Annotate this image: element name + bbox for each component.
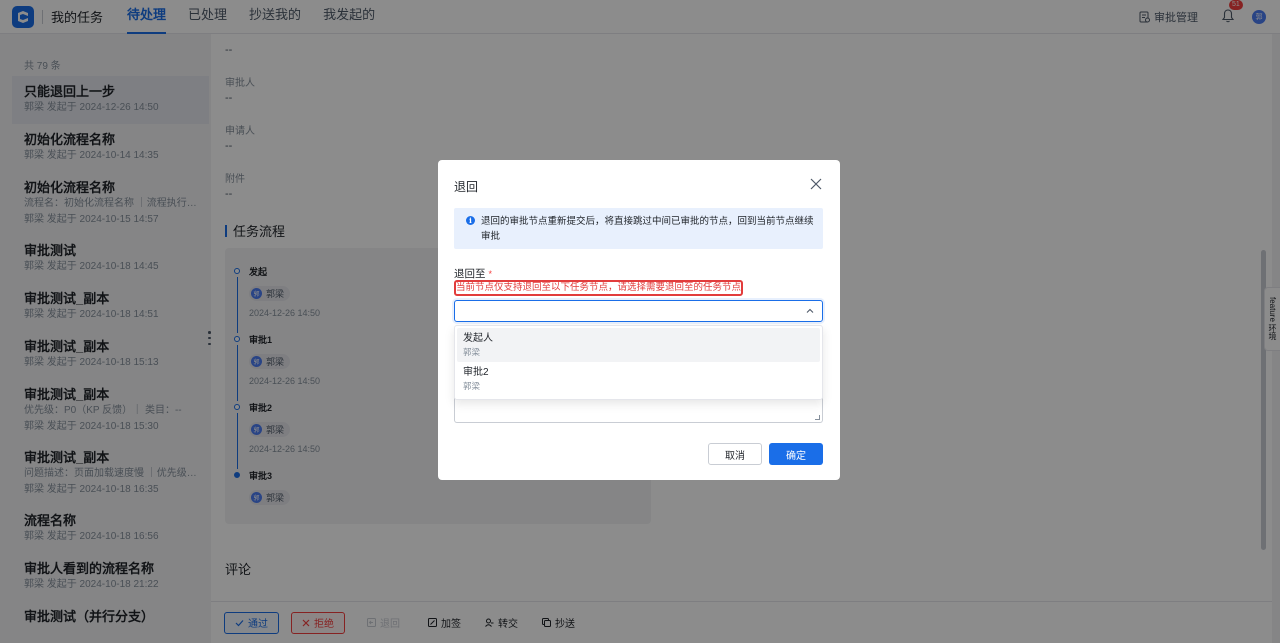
return-to-hint: 当前节点仅支持退回至以下任务节点，请选择需要退回至的任务节点	[456, 282, 742, 293]
return-dialog: 退回 i 退回的审批节点重新提交后，将直接跳过中间已审批的节点，回到当前节点继续…	[438, 160, 840, 480]
return-reason-textarea[interactable]	[454, 396, 823, 423]
info-alert-text: 退回的审批节点重新提交后，将直接跳过中间已审批的节点，回到当前节点继续审批	[481, 216, 814, 242]
dropdown-option-approval2[interactable]: 审批2 郭梁	[457, 362, 820, 396]
resize-grip-icon[interactable]	[815, 415, 820, 420]
close-icon[interactable]	[810, 178, 822, 190]
info-alert: i 退回的审批节点重新提交后，将直接跳过中间已审批的节点，回到当前节点继续审批	[454, 208, 823, 249]
info-icon: i	[466, 216, 475, 225]
cancel-button[interactable]: 取消	[708, 443, 762, 465]
confirm-button[interactable]: 确定	[769, 443, 823, 465]
return-to-label: 退回至 *	[454, 268, 493, 280]
dialog-title: 退回	[454, 180, 479, 194]
chevron-up-icon	[806, 308, 814, 313]
dropdown-option-initiator[interactable]: 发起人 郭梁	[457, 328, 820, 362]
return-to-select[interactable]	[454, 300, 823, 322]
return-to-dropdown: 发起人 郭梁 审批2 郭梁	[454, 325, 823, 400]
